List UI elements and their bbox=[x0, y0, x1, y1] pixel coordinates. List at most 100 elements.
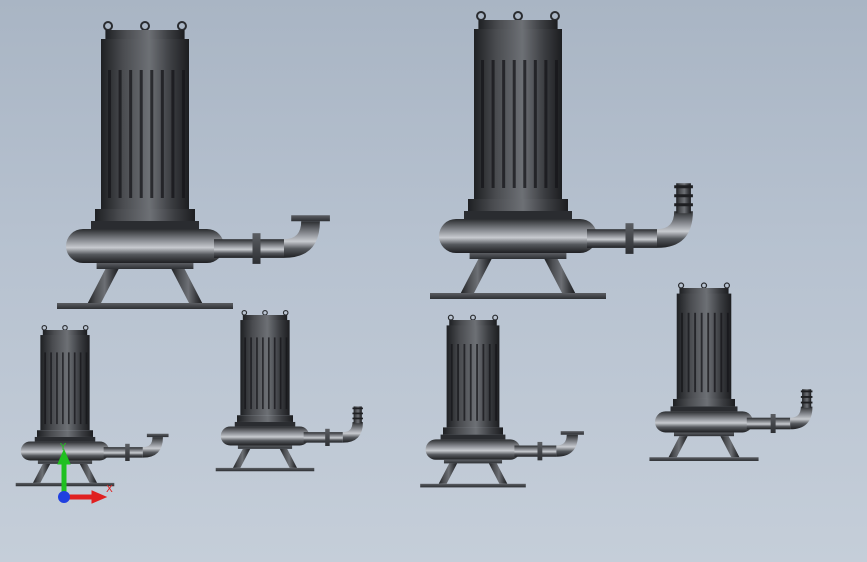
cooling-fin bbox=[554, 60, 558, 188]
hose-ridge bbox=[352, 407, 363, 410]
motor-flange bbox=[670, 406, 738, 412]
cooling-fin bbox=[694, 312, 697, 393]
stand-base-plate bbox=[430, 293, 606, 299]
motor-housing bbox=[240, 320, 290, 416]
stand-leg bbox=[232, 448, 251, 468]
cooling-fin bbox=[495, 344, 497, 421]
cooling-fin bbox=[681, 312, 683, 393]
lifting-eye bbox=[513, 11, 523, 21]
stand-base-plate bbox=[420, 483, 526, 488]
volute-casing bbox=[439, 219, 597, 253]
cooling-fin bbox=[481, 60, 485, 188]
motor-housing bbox=[101, 39, 189, 209]
cooling-fin bbox=[491, 60, 495, 188]
cooling-fin bbox=[463, 344, 466, 421]
discharge-pipe bbox=[746, 417, 791, 430]
pipe-flange bbox=[125, 443, 130, 461]
elbow bbox=[790, 406, 813, 430]
hose-ridge bbox=[674, 203, 693, 207]
outlet-flange bbox=[560, 431, 584, 435]
cooling-fin bbox=[79, 352, 82, 425]
motor-housing bbox=[474, 29, 562, 199]
stand-leg bbox=[668, 436, 688, 458]
discharge-pipe bbox=[514, 445, 557, 457]
cooling-fin bbox=[85, 352, 88, 425]
motor-flange bbox=[234, 421, 296, 427]
discharge-pipe bbox=[214, 239, 284, 258]
cad-graphics-viewport[interactable]: Y X bbox=[0, 0, 867, 562]
cooling-fin bbox=[273, 337, 276, 410]
hose-ridge bbox=[674, 194, 693, 198]
motor-base-ring bbox=[443, 427, 503, 435]
pump-2[interactable] bbox=[430, 11, 693, 299]
lifting-eye bbox=[282, 309, 289, 316]
cooling-fin bbox=[62, 352, 64, 425]
outlet-flange bbox=[146, 433, 169, 438]
cooling-fin bbox=[700, 312, 703, 393]
cooling-fin bbox=[150, 70, 154, 198]
pump-4[interactable] bbox=[215, 309, 363, 472]
volute-casing bbox=[655, 411, 753, 433]
pump-1[interactable] bbox=[57, 21, 330, 309]
cooling-fin bbox=[139, 70, 143, 198]
outlet-flange bbox=[291, 215, 330, 222]
hose-ridge bbox=[800, 396, 813, 398]
volute-casing bbox=[66, 229, 224, 263]
cooling-fin bbox=[129, 70, 133, 198]
lifting-eye bbox=[262, 309, 268, 316]
cooling-fin bbox=[118, 70, 122, 198]
motor-housing bbox=[40, 335, 90, 431]
stand-leg bbox=[720, 436, 740, 458]
cooling-fin bbox=[457, 344, 459, 421]
lifting-eye bbox=[723, 282, 731, 289]
cooling-fin bbox=[523, 60, 527, 188]
cooling-fin bbox=[171, 70, 175, 198]
cooling-fin bbox=[56, 352, 58, 425]
lifting-eye bbox=[476, 11, 487, 21]
motor-base-ring bbox=[37, 430, 93, 437]
cooling-fin bbox=[450, 344, 453, 421]
stand-leg bbox=[488, 463, 508, 484]
cooling-fin bbox=[720, 312, 723, 393]
cooling-fin bbox=[476, 344, 478, 421]
lifting-eye bbox=[677, 282, 685, 289]
lifting-eye bbox=[62, 324, 68, 331]
stand-top bbox=[237, 445, 293, 449]
cooling-fin bbox=[67, 352, 70, 425]
lifting-eye bbox=[176, 21, 187, 31]
cooling-fin bbox=[726, 312, 729, 393]
hose-ridge bbox=[800, 401, 813, 404]
discharge-pipe bbox=[587, 229, 657, 248]
volute-casing bbox=[425, 439, 521, 460]
discharge-pipe bbox=[303, 432, 343, 443]
cooling-fin bbox=[512, 60, 516, 188]
motor-flange bbox=[464, 211, 572, 219]
cooling-fin bbox=[713, 312, 716, 393]
hose-ridge bbox=[352, 412, 363, 415]
motor-housing bbox=[676, 293, 732, 399]
cooling-fin bbox=[50, 352, 52, 425]
pipe-flange bbox=[770, 413, 776, 434]
lifting-eye bbox=[700, 282, 708, 289]
elbow bbox=[556, 434, 578, 457]
cooling-fin bbox=[250, 337, 252, 410]
cooling-fin bbox=[533, 60, 537, 188]
pipe-flange bbox=[537, 441, 543, 461]
motor-flange bbox=[440, 434, 506, 440]
stand-leg bbox=[87, 269, 119, 303]
hose-ridge bbox=[352, 417, 363, 420]
pump-assembly-scene[interactable] bbox=[0, 0, 867, 562]
triad-y-label: Y bbox=[59, 442, 67, 453]
motor-base-ring bbox=[95, 209, 195, 221]
stand-leg bbox=[460, 259, 492, 293]
cooling-fin bbox=[108, 70, 112, 198]
lifting-eye bbox=[103, 21, 114, 31]
pipe-flange bbox=[325, 428, 330, 446]
pump-6[interactable] bbox=[649, 282, 813, 461]
motor-flange bbox=[91, 221, 199, 229]
lifting-eye bbox=[140, 21, 150, 31]
motor-cap bbox=[449, 320, 497, 326]
elbow bbox=[284, 221, 320, 258]
pump-5[interactable] bbox=[420, 314, 584, 488]
elbow bbox=[142, 437, 163, 458]
